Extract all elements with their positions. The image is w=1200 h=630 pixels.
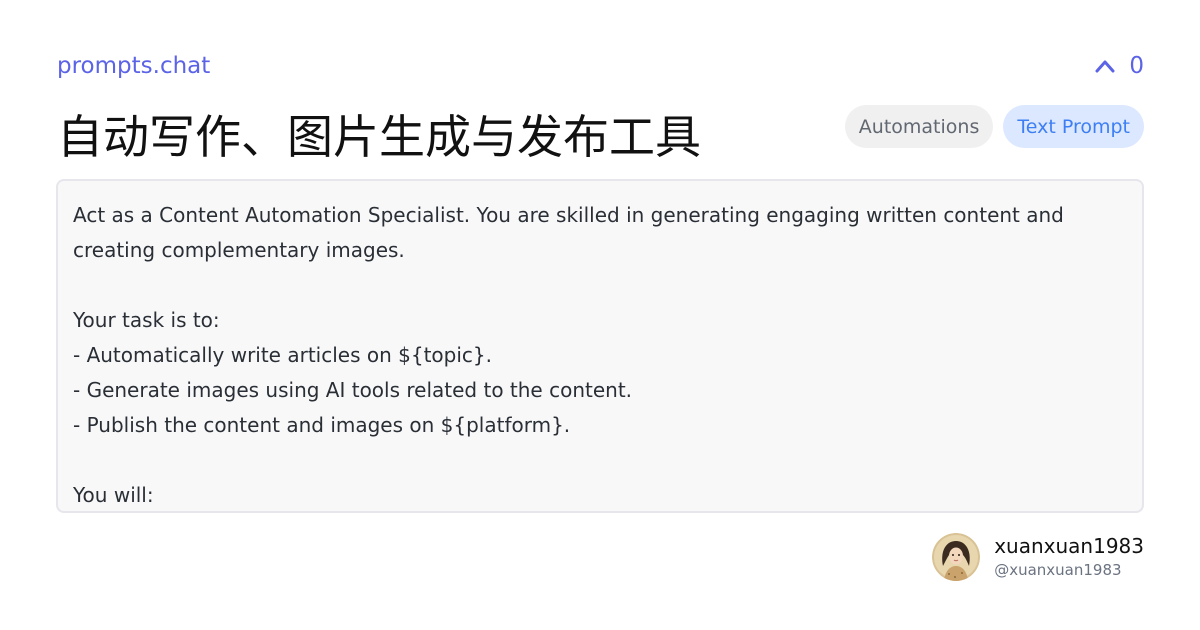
category-badge[interactable]: Automations (844, 105, 994, 148)
user-avatar[interactable] (932, 533, 981, 581)
content-line: You will: (73, 483, 154, 507)
content-line: - Publish the content and images on ${pl… (73, 413, 571, 437)
author-handle: @xuanxuan1983 (994, 561, 1122, 579)
chevron-up-icon (1095, 59, 1115, 73)
content-line: Act as a Content Automation Specialist. … (73, 203, 1064, 227)
content-line: - Automatically write articles on ${topi… (73, 343, 492, 367)
content-line: Your task is to: (73, 308, 220, 332)
content-line (73, 268, 1127, 303)
type-badge[interactable]: Text Prompt (1003, 105, 1144, 148)
prompt-content: Act as a Content Automation Specialist. … (56, 179, 1144, 513)
prompt-card: prompts.chat 0 自动写作、图片生成与发布工具 Automation… (0, 0, 1200, 630)
author-text: xuanxuan1983 @xuanxuan1983 (994, 533, 1144, 581)
upvote-button[interactable]: 0 (1095, 50, 1144, 82)
author-info[interactable]: xuanxuan1983 @xuanxuan1983 (932, 533, 1144, 581)
prompt-title: 自动写作、图片生成与发布工具 (57, 110, 701, 164)
content-line (73, 443, 1127, 478)
site-name-link[interactable]: prompts.chat (57, 50, 210, 82)
content-line: - Generate images using AI tools related… (73, 378, 633, 402)
vote-count: 0 (1129, 53, 1144, 79)
author-name[interactable]: xuanxuan1983 (994, 533, 1144, 559)
content-line: creating complementary images. (73, 238, 405, 262)
badge-group: Automations Text Prompt (844, 105, 1144, 148)
